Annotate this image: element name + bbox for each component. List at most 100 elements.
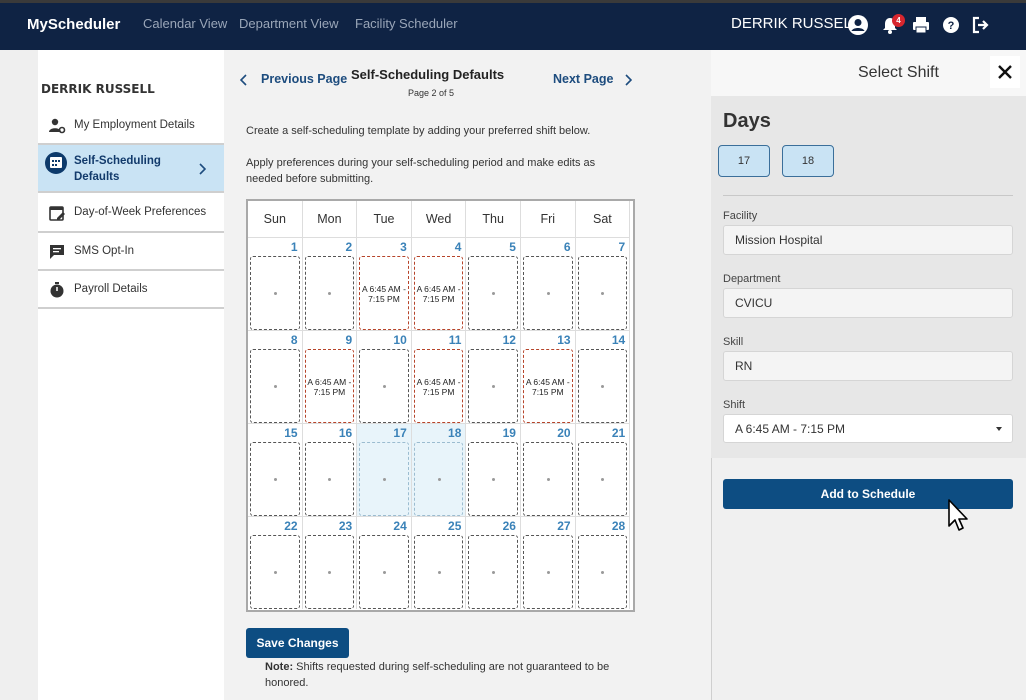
close-button[interactable] — [990, 56, 1020, 88]
chevron-right-icon — [199, 163, 206, 175]
help-icon[interactable]: ? — [940, 14, 962, 36]
shift-slot[interactable] — [523, 442, 573, 516]
day-number: 18 — [448, 426, 462, 440]
shift-slot[interactable] — [250, 349, 300, 423]
calendar-day-cell[interactable]: 13 A 6:45 AM -7:15 PM — [521, 330, 576, 423]
shift-slot[interactable]: A 6:45 AM -7:15 PM — [304, 349, 355, 423]
department-field[interactable]: CVICU — [723, 288, 1013, 318]
previous-page-link[interactable]: Previous Page — [261, 72, 347, 86]
day-number: 27 — [557, 519, 571, 533]
calendar-day-cell[interactable]: 16 — [302, 423, 358, 516]
shift-slot[interactable] — [250, 256, 300, 330]
empty-slot-dot — [382, 385, 386, 388]
calendar-day-cell[interactable]: 27 — [521, 516, 576, 609]
shift-slot[interactable] — [468, 442, 518, 516]
chevron-left-icon[interactable] — [240, 74, 248, 86]
shift-slot[interactable] — [304, 442, 355, 516]
day-chip-17[interactable]: 17 — [718, 145, 770, 177]
shift-slot[interactable] — [523, 256, 573, 330]
calendar-day-cell[interactable]: 28 — [575, 516, 631, 609]
calendar-day-cell[interactable]: 9 A 6:45 AM -7:15 PM — [302, 330, 358, 423]
panel-title: Select Shift — [858, 64, 939, 81]
skill-field[interactable]: RN — [723, 351, 1013, 381]
calendar-day-cell[interactable]: 20 — [521, 423, 576, 516]
shift-slot[interactable] — [468, 535, 518, 609]
shift-slot[interactable] — [359, 442, 409, 516]
calendar-day-cell[interactable]: 18 — [411, 423, 467, 516]
nav-department-view[interactable]: Department View — [239, 16, 338, 31]
shift-slot[interactable] — [577, 535, 628, 609]
nav-calendar-view[interactable]: Calendar View — [143, 16, 227, 31]
shift-select[interactable]: A 6:45 AM - 7:15 PM — [723, 414, 1013, 443]
day-chip-18[interactable]: 18 — [782, 145, 834, 177]
calendar-day-cell[interactable]: 19 — [466, 423, 521, 516]
sidebar-item-employment-details[interactable]: My Employment Details — [38, 107, 224, 145]
header-user-name[interactable]: DERRIK RUSSELL — [731, 15, 860, 32]
nav-facility-scheduler[interactable]: Facility Scheduler — [355, 16, 458, 31]
shift-time-start: A 6:45 AM - — [362, 284, 406, 294]
day-number: 23 — [338, 519, 353, 533]
shift-label: A 6:45 AM -7:15 PM — [415, 377, 463, 397]
logout-icon[interactable] — [970, 14, 992, 36]
shift-slot[interactable]: A 6:45 AM -7:15 PM — [413, 256, 464, 330]
calendar-day-cell[interactable]: 5 — [466, 237, 521, 330]
calendar-day-cell[interactable]: 21 — [575, 423, 631, 516]
message-icon — [50, 245, 64, 259]
day-number: 19 — [502, 426, 516, 440]
sidebar-item-sms-opt-in[interactable]: SMS Opt-In — [38, 233, 224, 271]
facility-field[interactable]: Mission Hospital — [723, 225, 1013, 255]
empty-slot-dot — [601, 571, 605, 574]
dropdown-caret-icon — [996, 427, 1002, 431]
shift-slot[interactable] — [304, 535, 355, 609]
sidebar-item-payroll-details[interactable]: Payroll Details — [38, 271, 224, 309]
calendar-day-cell[interactable]: 7 — [575, 237, 631, 330]
day-number: 13 — [557, 333, 571, 347]
settings-sidebar: DERRIK RUSSELL My Employment Details Sel… — [38, 50, 224, 700]
shift-label: A 6:45 AM -7:15 PM — [306, 377, 354, 397]
shift-slot[interactable] — [250, 535, 300, 609]
shift-slot[interactable] — [577, 256, 628, 330]
shift-slot[interactable] — [413, 535, 464, 609]
calendar-day-cell[interactable]: 23 — [302, 516, 358, 609]
shift-slot[interactable]: A 6:45 AM -7:15 PM — [359, 256, 409, 330]
calendar-day-cell[interactable]: 11 A 6:45 AM -7:15 PM — [411, 330, 467, 423]
calendar-day-cell[interactable]: 22 — [248, 516, 303, 609]
shift-slot[interactable] — [577, 349, 628, 423]
account-icon[interactable] — [847, 14, 869, 36]
calendar-day-cell[interactable]: 2 — [302, 237, 358, 330]
calendar-day-cell[interactable]: 25 — [411, 516, 467, 609]
calendar-day-cell[interactable]: 3 A 6:45 AM -7:15 PM — [357, 237, 412, 330]
day-number: 7 — [618, 240, 626, 254]
shift-slot[interactable] — [359, 535, 409, 609]
calendar-day-cell[interactable]: 8 — [248, 330, 303, 423]
shift-slot[interactable] — [304, 256, 355, 330]
shift-slot[interactable]: A 6:45 AM -7:15 PM — [523, 349, 573, 423]
shift-slot[interactable]: A 6:45 AM -7:15 PM — [413, 349, 464, 423]
shift-slot[interactable] — [413, 442, 464, 516]
sidebar-item-day-of-week-preferences[interactable]: Day-of-Week Preferences — [38, 193, 224, 233]
calendar-day-cell[interactable]: 1 — [248, 237, 303, 330]
save-changes-button[interactable]: Save Changes — [246, 628, 349, 658]
calendar-day-cell[interactable]: 12 — [466, 330, 521, 423]
calendar-day-cell[interactable]: 15 — [248, 423, 303, 516]
calendar-day-cell[interactable]: 4 A 6:45 AM -7:15 PM — [411, 237, 467, 330]
shift-slot[interactable] — [359, 349, 409, 423]
shift-slot[interactable] — [468, 256, 518, 330]
calendar-day-cell[interactable]: 24 — [357, 516, 412, 609]
calendar-day-cell[interactable]: 17 — [357, 423, 412, 516]
shift-slot[interactable] — [523, 535, 573, 609]
next-page-link[interactable]: Next Page — [553, 72, 613, 86]
calendar-day-cell[interactable]: 26 — [466, 516, 521, 609]
brand-logo[interactable]: MyScheduler — [27, 16, 120, 33]
empty-slot-dot — [328, 478, 332, 481]
shift-slot[interactable] — [577, 442, 628, 516]
shift-time-start: A 6:45 AM - — [416, 284, 461, 294]
shift-slot[interactable] — [250, 442, 300, 516]
calendar-day-cell[interactable]: 14 — [575, 330, 631, 423]
printer-icon[interactable] — [910, 14, 932, 36]
chevron-right-icon[interactable] — [624, 74, 632, 86]
calendar-day-cell[interactable]: 10 — [357, 330, 412, 423]
shift-slot[interactable] — [468, 349, 518, 423]
sidebar-item-self-scheduling-defaults[interactable]: Self-Scheduling Defaults — [38, 145, 224, 193]
calendar-day-cell[interactable]: 6 — [521, 237, 576, 330]
